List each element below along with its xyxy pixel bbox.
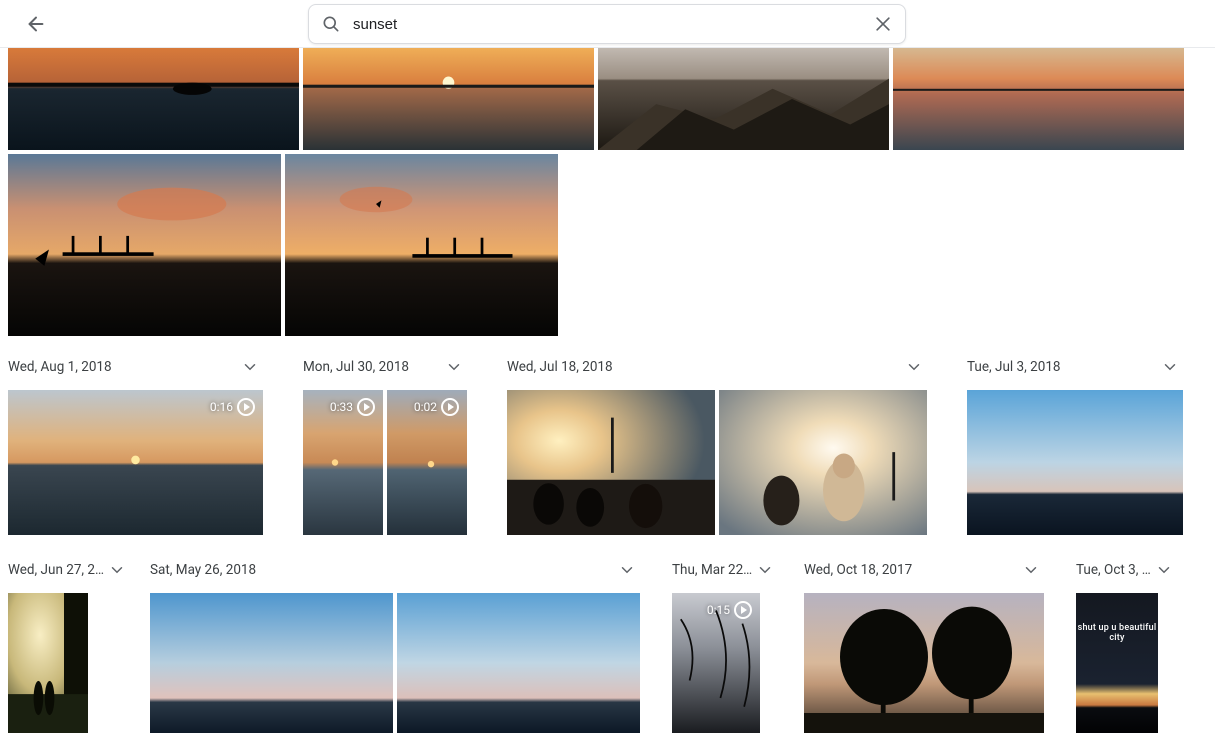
date-label: Thu, Mar 22…: [672, 562, 752, 578]
date-groups-row: Wed, Aug 1, 2018 0:16: [8, 354, 1207, 539]
play-icon: [237, 398, 255, 416]
date-header[interactable]: Tue, Oct 3, …: [1076, 557, 1176, 583]
photo-thumb[interactable]: [507, 390, 715, 535]
search-icon: [309, 14, 353, 34]
photo-thumb[interactable]: [719, 390, 927, 535]
video-duration: 0:16: [210, 400, 233, 414]
photo-thumb[interactable]: [285, 154, 558, 336]
date-header[interactable]: Wed, Jul 18, 2018: [507, 354, 927, 380]
date-label: Wed, Jul 18, 2018: [507, 359, 613, 375]
photo-thumb[interactable]: shut up u beautiful city: [1076, 593, 1158, 733]
date-group: Wed, Oct 18, 2017: [804, 557, 1044, 737]
date-label: Tue, Jul 3, 2018: [967, 359, 1061, 375]
photo-thumb[interactable]: [303, 48, 594, 150]
play-icon: [441, 398, 459, 416]
date-group: Wed, Aug 1, 2018 0:16: [8, 354, 263, 539]
chevron-down-icon: [901, 354, 927, 380]
photo-thumb[interactable]: [8, 154, 281, 336]
video-badge: 0:15: [707, 601, 752, 619]
back-button[interactable]: [16, 4, 56, 44]
date-label: Wed, Oct 18, 2017: [804, 562, 912, 578]
date-group: Mon, Jul 30, 2018 0:33: [303, 354, 467, 539]
photo-thumb[interactable]: [893, 48, 1184, 150]
date-header[interactable]: Tue, Jul 3, 2018: [967, 354, 1183, 380]
date-group: Sat, May 26, 2018: [150, 557, 640, 737]
date-group: Tue, Oct 3, … shut up u beautiful city: [1076, 557, 1176, 737]
date-header[interactable]: Thu, Mar 22…: [672, 557, 772, 583]
photo-caption: shut up u beautiful city: [1076, 623, 1158, 643]
photo-thumb[interactable]: [598, 48, 889, 150]
video-thumb[interactable]: 0:02: [387, 390, 467, 535]
search-input[interactable]: [353, 16, 861, 33]
chevron-down-icon: [237, 354, 263, 380]
play-icon: [734, 601, 752, 619]
video-badge: 0:33: [330, 398, 375, 416]
video-thumb[interactable]: 0:15: [672, 593, 760, 733]
photo-thumb[interactable]: [967, 390, 1183, 535]
video-thumb[interactable]: 0:16: [8, 390, 263, 535]
date-group: Wed, Jul 18, 2018: [507, 354, 927, 539]
date-header[interactable]: Wed, Jun 27, 2…: [8, 557, 118, 583]
video-duration: 0:15: [707, 603, 730, 617]
header-bar: [0, 0, 1215, 48]
video-duration: 0:02: [414, 400, 437, 414]
date-header[interactable]: Mon, Jul 30, 2018: [303, 354, 467, 380]
clear-search-button[interactable]: [861, 14, 905, 34]
play-icon: [357, 398, 375, 416]
date-header[interactable]: Sat, May 26, 2018: [150, 557, 640, 583]
photo-thumb[interactable]: [8, 593, 88, 733]
video-thumb[interactable]: 0:33: [303, 390, 383, 535]
photo-row: [8, 154, 1207, 336]
date-label: Sat, May 26, 2018: [150, 562, 256, 578]
video-badge: 0:16: [210, 398, 255, 416]
photo-row: [8, 48, 1207, 150]
chevron-down-icon: [1151, 557, 1177, 583]
photo-thumb[interactable]: [397, 593, 640, 733]
video-badge: 0:02: [414, 398, 459, 416]
chevron-down-icon: [1157, 354, 1183, 380]
date-label: Mon, Jul 30, 2018: [303, 359, 409, 375]
date-group: Wed, Jun 27, 2…: [8, 557, 118, 737]
date-label: Tue, Oct 3, …: [1076, 562, 1151, 578]
date-header[interactable]: Wed, Aug 1, 2018: [8, 354, 263, 380]
search-box[interactable]: [308, 4, 906, 44]
chevron-down-icon: [104, 557, 130, 583]
photo-thumb[interactable]: [804, 593, 1044, 733]
date-groups-row: Wed, Jun 27, 2… Sat, May 26,: [8, 557, 1207, 737]
chevron-down-icon: [441, 354, 467, 380]
date-label: Wed, Aug 1, 2018: [8, 359, 112, 375]
date-group: Thu, Mar 22… 0:15: [672, 557, 772, 737]
chevron-down-icon: [1018, 557, 1044, 583]
chevron-down-icon: [614, 557, 640, 583]
date-group: Tue, Jul 3, 2018: [967, 354, 1183, 539]
photo-thumb[interactable]: [150, 593, 393, 733]
arrow-back-icon: [25, 13, 47, 35]
close-icon: [873, 14, 893, 34]
chevron-down-icon: [752, 557, 778, 583]
date-header[interactable]: Wed, Oct 18, 2017: [804, 557, 1044, 583]
photo-thumb[interactable]: [8, 48, 299, 150]
results-content: Wed, Aug 1, 2018 0:16: [0, 48, 1215, 737]
video-duration: 0:33: [330, 400, 353, 414]
date-label: Wed, Jun 27, 2…: [8, 562, 104, 578]
